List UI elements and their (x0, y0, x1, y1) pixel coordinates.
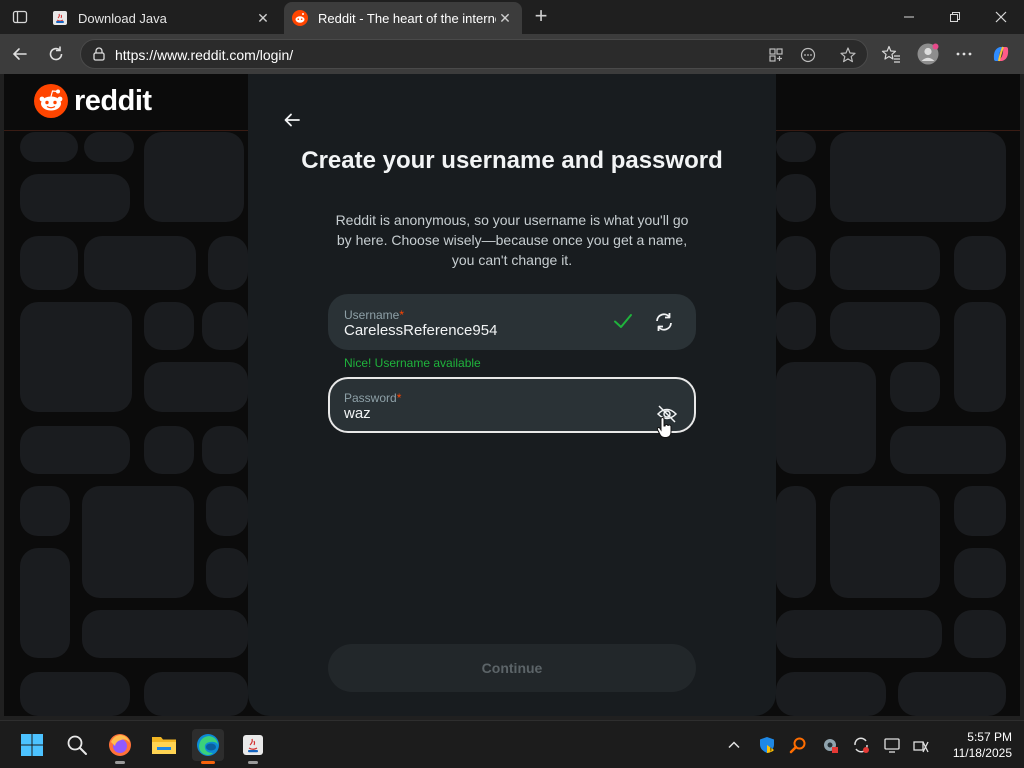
refresh-icon[interactable] (42, 40, 70, 68)
username-field[interactable]: Username* CarelessReference954 (328, 294, 696, 350)
modal-title: Create your username and password (301, 147, 723, 174)
browser-toolbar: https://www.reddit.com/login/ (0, 34, 1024, 74)
tab-label: Reddit - The heart of the internet (318, 10, 496, 26)
java-installer-icon[interactable] (237, 729, 269, 764)
system-clock[interactable]: 5:57 PM 11/18/2025 (938, 729, 1012, 761)
security-shield-icon[interactable]: ! (757, 735, 777, 755)
reddit-snoo-icon (34, 84, 68, 118)
continue-button[interactable]: Continue (328, 644, 696, 692)
lock-icon[interactable] (91, 46, 107, 67)
username-input-value[interactable]: CarelessReference954 (344, 322, 497, 339)
brand-name: reddit (74, 84, 152, 117)
back-icon[interactable] (6, 40, 34, 68)
tab-download-java[interactable]: Download Java ✕ (44, 2, 280, 34)
chevron-up-icon[interactable] (724, 735, 744, 755)
password-input-value[interactable]: waz (344, 405, 371, 422)
clock-date: 11/18/2025 (952, 746, 1012, 760)
signup-modal: Create your username and password Reddit… (248, 74, 776, 716)
start-icon[interactable] (16, 729, 48, 761)
tab-close-icon[interactable]: ✕ (254, 9, 272, 27)
page-viewport: reddit Create your username and password… (4, 74, 1020, 716)
favorite-star-icon[interactable] (839, 46, 857, 64)
display-icon[interactable] (882, 735, 902, 755)
firefox-icon[interactable] (104, 729, 136, 764)
close-window-icon[interactable] (981, 4, 1021, 30)
password-label: Password* (344, 391, 402, 405)
tab-actions-icon[interactable] (8, 5, 32, 29)
copilot-icon[interactable] (990, 43, 1012, 65)
browser-tab-strip: Download Java ✕ Reddit - The heart of th… (0, 0, 1024, 34)
sync-icon[interactable] (851, 735, 871, 755)
address-bar[interactable]: https://www.reddit.com/login/ (80, 39, 868, 69)
reddit-favicon-icon (292, 10, 308, 26)
tab-label: Download Java (78, 10, 167, 26)
settings-tool-icon[interactable] (820, 735, 840, 755)
clock-time: 5:57 PM (967, 730, 1012, 744)
file-explorer-icon[interactable] (148, 729, 180, 761)
search-tool-icon[interactable] (788, 735, 808, 755)
favorites-icon[interactable] (880, 43, 902, 65)
java-favicon-icon (52, 10, 68, 26)
back-arrow-button[interactable] (276, 104, 308, 136)
svg-text:!: ! (770, 747, 773, 755)
modal-subtitle: Reddit is anonymous, so your username is… (335, 212, 689, 268)
app-available-icon[interactable] (767, 46, 785, 64)
edge-icon[interactable] (192, 729, 224, 764)
minimize-icon[interactable] (889, 4, 929, 30)
username-label: Username* (344, 308, 405, 322)
hand-pointer-cursor-icon (656, 416, 674, 439)
network-icon[interactable] (910, 735, 930, 755)
url-text: https://www.reddit.com/login/ (115, 47, 294, 63)
tab-reddit[interactable]: Reddit - The heart of the internet ✕ (284, 2, 522, 34)
search-icon[interactable] (61, 729, 93, 761)
windows-taskbar: ! 5:57 PM 11/18/2025 (0, 720, 1024, 768)
more-tools-icon[interactable] (799, 46, 817, 64)
profile-avatar-icon[interactable] (917, 43, 939, 65)
settings-more-icon[interactable] (953, 43, 975, 65)
restore-icon[interactable] (935, 4, 975, 30)
back-arrow-icon (284, 113, 300, 127)
regenerate-username-icon[interactable] (652, 310, 676, 334)
tab-close-icon[interactable]: ✕ (496, 9, 514, 27)
new-tab-icon[interactable]: + (529, 5, 553, 29)
username-available-message: Nice! Username available (344, 356, 481, 370)
reddit-logo[interactable]: reddit (34, 84, 152, 118)
password-field[interactable]: Password* waz (328, 377, 696, 438)
checkmark-icon (612, 310, 634, 332)
